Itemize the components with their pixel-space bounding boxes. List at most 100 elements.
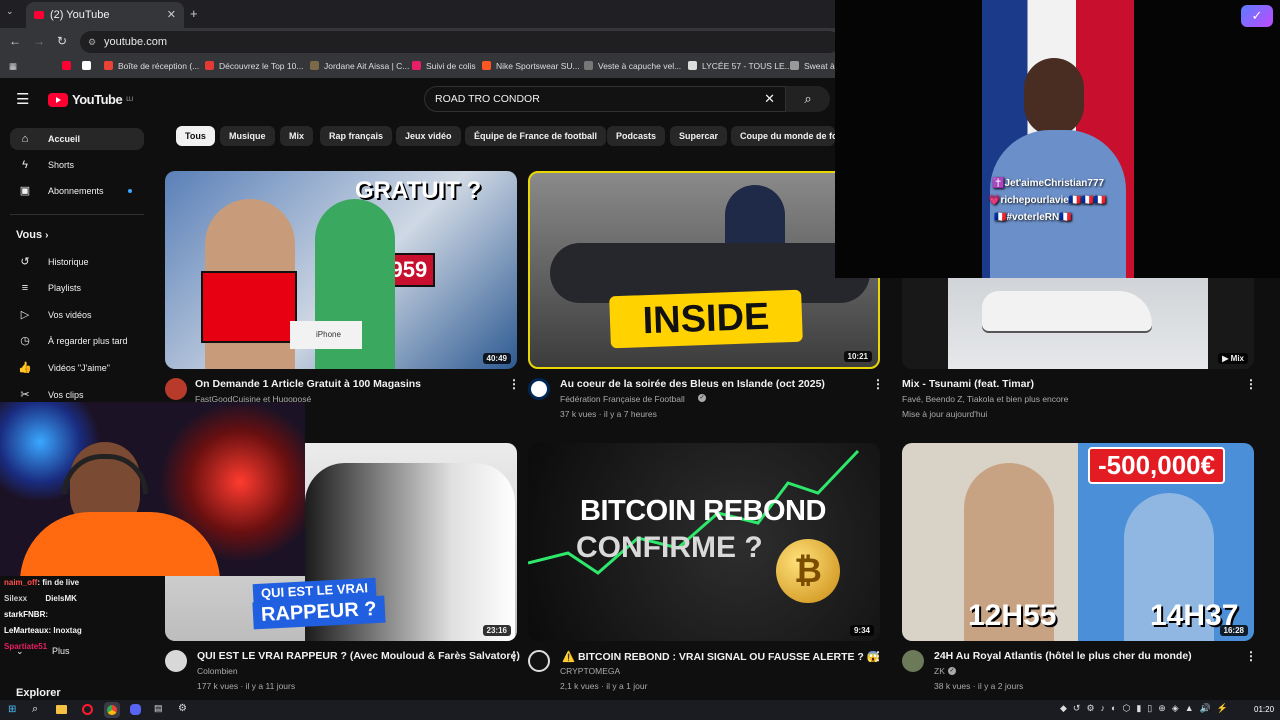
more-options-icon[interactable]: ⋮ [508, 649, 520, 663]
sidebar-item-abonnements[interactable]: ▣ Abonnements [10, 180, 144, 202]
video-meta: 2,1 k vues · il y a 1 jour [560, 681, 648, 691]
bitcoin-coin-icon: ₿ [776, 539, 840, 603]
channel-avatar[interactable] [528, 378, 550, 400]
bookmark-item[interactable]: Découvrez le Top 10... [205, 61, 303, 71]
taskbar-clock[interactable]: 01:20 [1254, 705, 1274, 714]
search-input[interactable]: ROAD TRO CONDOR ✕ [424, 86, 786, 112]
search-icon: ⌕ [804, 91, 812, 106]
tab-title: (2) YouTube [50, 9, 110, 21]
apps-icon[interactable]: ▦ [9, 61, 17, 72]
video-thumbnail-6[interactable]: -500,000€ 12H55 14H37 16:28 [902, 443, 1254, 641]
webcam-overlay [0, 402, 305, 576]
bookmark-item[interactable]: Boîte de réception (... [104, 61, 199, 71]
new-content-dot [128, 189, 132, 193]
bookmark-youtube-icon[interactable] [62, 61, 76, 71]
more-options-icon[interactable]: ⋮ [1245, 377, 1257, 391]
video-thumbnail-1[interactable]: GRATUIT ? $4959 iPhone 40:49 [165, 171, 517, 369]
video-title[interactable]: 24H Au Royal Atlantis (hôtel le plus che… [934, 650, 1192, 662]
back-icon[interactable]: ← [9, 34, 21, 48]
more-options-icon[interactable]: ⋮ [1245, 649, 1257, 663]
more-options-icon[interactable]: ⋮ [872, 649, 884, 663]
close-tab-icon[interactable]: ✕ [167, 8, 176, 21]
video-title[interactable]: QUI EST LE VRAI RAPPEUR ? (Avec Mouloud … [197, 650, 520, 662]
video-thumbnail-2[interactable]: INSIDE 10:21 [528, 171, 880, 369]
channel-avatar[interactable] [165, 378, 187, 400]
forward-icon[interactable]: → [33, 34, 45, 48]
chip-jeux-video[interactable]: Jeux vidéo [396, 126, 461, 146]
video-channel[interactable]: CRYPTOMEGA [560, 666, 620, 676]
video-channel[interactable]: Fédération Française de Football [560, 394, 685, 404]
more-options-icon[interactable]: ⋮ [872, 377, 884, 391]
home-icon: ⌂ [21, 133, 29, 145]
sidebar-item-accueil[interactable]: ⌂ Accueil [10, 128, 144, 150]
chat-message: starkFNBR: [4, 610, 49, 619]
chat-message: Spartiate51 [4, 642, 48, 651]
clear-search-icon[interactable]: ✕ [764, 87, 775, 111]
chip-coupe-du-monde[interactable]: Coupe du monde de fo [731, 126, 835, 146]
sidebar-section-vous[interactable]: Vous › [16, 229, 48, 241]
obs-icon[interactable]: ▤ [154, 703, 163, 714]
chat-message: LeMarteaux: Inoxtag [4, 626, 82, 635]
video-meta: Mise à jour aujourd'hui [902, 409, 988, 419]
sidebar-section-explorer[interactable]: Explorer [16, 687, 61, 699]
more-options-icon[interactable]: ⋮ [508, 377, 520, 391]
opera-icon[interactable] [82, 704, 93, 715]
video-channel[interactable]: Colombien [197, 666, 238, 676]
overlay-video: ✝️Jet'aimeChristian777 💗richepourlavie🇫🇷… [982, 0, 1134, 278]
chip-supercar[interactable]: Supercar [670, 126, 728, 146]
sidebar-item-vos-videos[interactable]: ▷ Vos vidéos [10, 304, 144, 326]
stream-chat: naim_off: fin de live Silexx DielsMK sta… [0, 576, 160, 660]
video-title[interactable]: Mix - Tsunami (feat. Timar) [902, 378, 1034, 390]
url-field[interactable]: ⚙ youtube.com [80, 31, 840, 53]
logo-text: YouTube [72, 92, 123, 107]
your-videos-icon: ▷ [20, 309, 30, 321]
sidebar-item-historique[interactable]: ↺ Historique [10, 251, 144, 273]
taskbar-search-icon[interactable]: ⌕ [32, 703, 38, 716]
chip-musique[interactable]: Musique [220, 126, 275, 146]
mix-icon: ▶ [1222, 354, 1231, 363]
search-button[interactable]: ⌕ [786, 86, 830, 112]
chat-message: Silexx DielsMK [4, 594, 77, 603]
bookmark-docs-icon[interactable] [82, 61, 96, 71]
chip-mix[interactable]: Mix [280, 126, 314, 146]
video-meta: 37 k vues · il y a 7 heures [560, 409, 657, 419]
video-channel[interactable]: Favé, Beendo Z, Tiakola et bien plus enc… [902, 394, 1068, 404]
menu-icon[interactable]: ☰ [16, 90, 29, 108]
bookmark-item[interactable]: Jordane Ait Aissa | C... [310, 61, 409, 71]
bookmark-item[interactable]: Sweat à [790, 61, 835, 71]
chip-rap-francais[interactable]: Rap français [320, 126, 393, 146]
video-title[interactable]: ⚠️ BITCOIN REBOND : VRAI SIGNAL OU FAUSS… [562, 650, 880, 663]
sidebar-item-playlists[interactable]: ≡ Playlists [10, 277, 144, 299]
bookmark-item[interactable]: LYCÉE 57 - TOUS LE... [688, 61, 792, 71]
channel-avatar[interactable] [902, 650, 924, 672]
windows-start-icon[interactable]: ⊞ [8, 704, 16, 715]
chip-equipe-de-france[interactable]: Équipe de France de football [465, 126, 607, 146]
chip-tous[interactable]: Tous [176, 126, 215, 146]
sidebar-item-videos-jaime[interactable]: 👍 Vidéos "J'aime" [10, 357, 144, 379]
reload-icon[interactable]: ↻ [57, 34, 67, 48]
video-title[interactable]: Au coeur de la soirée des Bleus en Islan… [560, 378, 825, 390]
new-tab-icon[interactable]: + [190, 6, 198, 21]
file-explorer-icon[interactable] [56, 705, 67, 714]
bookmark-item[interactable]: Suivi de colis [412, 61, 476, 71]
chip-podcasts[interactable]: Podcasts [607, 126, 666, 146]
site-info-icon[interactable]: ⚙ [88, 31, 96, 53]
channel-avatar[interactable] [165, 650, 187, 672]
youtube-play-icon [48, 92, 68, 107]
video-duration: 16:28 [1219, 625, 1248, 636]
chrome-icon[interactable] [104, 702, 120, 718]
browser-tab[interactable]: (2) YouTube ✕ [26, 2, 184, 28]
bookmark-item[interactable]: Nike Sportswear SU... [482, 61, 580, 71]
tab-list-icon[interactable]: ⌄ [6, 6, 20, 20]
youtube-logo[interactable]: YouTube LU [48, 92, 133, 107]
steam-icon[interactable]: ⚙ [178, 703, 187, 714]
sidebar-item-regarder-plus-tard[interactable]: ◷ À regarder plus tard [10, 330, 144, 352]
discord-icon[interactable] [130, 704, 141, 715]
system-tray-icons[interactable]: ◆↺⚙♪◐⬡▮▯⊕◈▲🔊⚡ [1060, 703, 1234, 714]
video-title[interactable]: On Demande 1 Article Gratuit à 100 Magas… [195, 378, 421, 390]
video-thumbnail-5[interactable]: BITCOIN REBOND CONFIRME ? ₿ 9:34 [528, 443, 880, 641]
sidebar-item-shorts[interactable]: ϟ Shorts [10, 154, 144, 176]
video-channel[interactable]: ZK [934, 666, 945, 676]
channel-avatar[interactable] [528, 650, 550, 672]
bookmark-item[interactable]: Veste à capuche vel... [584, 61, 681, 71]
